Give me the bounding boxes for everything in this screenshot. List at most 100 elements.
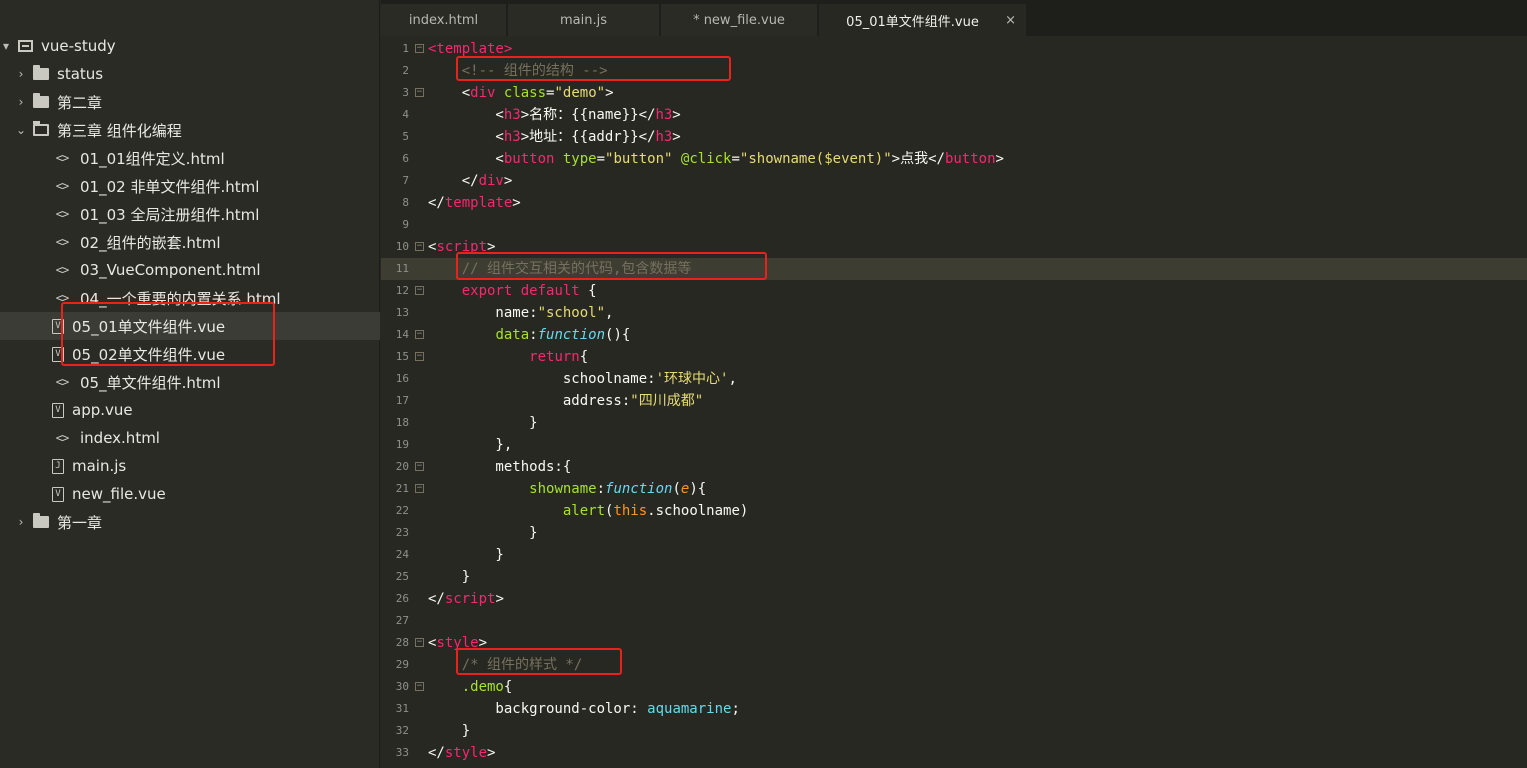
chevron-right-icon[interactable]: › xyxy=(15,515,27,529)
code-line[interactable]: 4 <h3>名称：{{name}}</h3> xyxy=(381,104,1527,126)
code-line[interactable]: 3− <div class="demo"> xyxy=(381,82,1527,104)
fold-toggle-icon[interactable]: − xyxy=(415,242,424,251)
sidebar-item[interactable]: <> 01_02 非单文件组件.html xyxy=(0,172,380,200)
line-number: 14 xyxy=(395,328,409,341)
code-line[interactable]: 24 } xyxy=(381,544,1527,566)
code-line[interactable]: 26 </script> xyxy=(381,588,1527,610)
code-token: name: xyxy=(428,305,538,321)
line-number: 6 xyxy=(402,152,409,165)
sidebar-item[interactable]: › status xyxy=(0,60,380,88)
code-token: h3 xyxy=(655,107,673,123)
fold-toggle-icon[interactable]: − xyxy=(415,682,424,691)
code-line[interactable]: 14− data:function(){ xyxy=(381,324,1527,346)
code-token: function xyxy=(537,327,606,343)
code-token: data xyxy=(495,327,530,343)
fold-toggle-icon[interactable]: − xyxy=(415,462,424,471)
code-line[interactable]: 17 address:"四川成都" xyxy=(381,390,1527,412)
sidebar-item[interactable]: Vnew_file.vue xyxy=(0,480,380,508)
sidebar-item-label: vue-study xyxy=(41,37,116,55)
code-line[interactable]: 21− showname:function(e){ xyxy=(381,478,1527,500)
sidebar-item[interactable]: <> 01_03 全局注册组件.html xyxy=(0,200,380,228)
sidebar-item[interactable]: › 第一章 xyxy=(0,508,380,536)
fold-toggle-icon[interactable]: − xyxy=(415,330,424,339)
fold-toggle-icon[interactable]: − xyxy=(415,44,424,53)
code-token: type xyxy=(562,151,597,167)
html-file-icon: <> xyxy=(55,375,69,389)
code-line[interactable]: 32 } xyxy=(381,720,1527,742)
code-line[interactable]: 12− export default { xyxy=(381,280,1527,302)
line-number: 30 xyxy=(395,680,409,693)
html-file-icon: <> xyxy=(55,263,69,277)
code-token: } xyxy=(428,415,538,431)
line-number: 7 xyxy=(402,174,409,187)
sidebar-item-label: 01_01组件定义.html xyxy=(80,149,225,168)
code-token: "showname($event)" xyxy=(739,151,892,167)
fold-toggle-icon[interactable]: − xyxy=(415,88,424,97)
sidebar-item[interactable]: <> 03_VueComponent.html xyxy=(0,256,380,284)
editor-tab[interactable]: main.js xyxy=(508,4,660,36)
code-token: < xyxy=(428,151,504,167)
code-line[interactable]: 30− .demo{ xyxy=(381,676,1527,698)
code-token: @click xyxy=(680,151,732,167)
code-token: > xyxy=(672,107,681,123)
code-text: <h3>名称：{{name}}</h3> xyxy=(428,104,681,126)
sidebar-item[interactable]: ▾ vue-study xyxy=(0,32,380,60)
code-line[interactable]: 6 <button type="button" @click="showname… xyxy=(381,148,1527,170)
code-line[interactable]: 27 xyxy=(381,610,1527,632)
editor-tab[interactable]: 05_01单文件组件.vue × xyxy=(819,4,1027,36)
tab-label: 05_01单文件组件.vue xyxy=(846,14,979,30)
code-line[interactable]: 9 xyxy=(381,214,1527,236)
code-line[interactable]: 25 } xyxy=(381,566,1527,588)
fold-toggle-icon[interactable]: − xyxy=(415,484,424,493)
code-token: address: xyxy=(428,393,631,409)
sidebar-item[interactable]: › 第二章 xyxy=(0,88,380,116)
code-line[interactable]: 31 background-color: aquamarine; xyxy=(381,698,1527,720)
code-token: showname xyxy=(529,481,597,497)
close-icon[interactable]: × xyxy=(1005,13,1016,28)
editor-tab[interactable]: index.html xyxy=(381,4,507,36)
sidebar-item-label: 第一章 xyxy=(57,513,103,532)
code-text: } xyxy=(428,522,537,544)
sidebar-item[interactable]: <> 05_单文件组件.html xyxy=(0,368,380,396)
chevron-right-icon[interactable]: › xyxy=(15,95,27,109)
line-number: 29 xyxy=(395,658,409,671)
line-number: 33 xyxy=(395,746,409,759)
sidebar-item[interactable]: <> 01_01组件定义.html xyxy=(0,144,380,172)
code-token: h3 xyxy=(503,107,521,123)
sidebar-item[interactable]: Vapp.vue xyxy=(0,396,380,424)
fold-toggle-icon[interactable]: − xyxy=(415,286,424,295)
chevron-down-icon[interactable]: ⌄ xyxy=(15,123,27,137)
code-line[interactable]: 20− methods:{ xyxy=(381,456,1527,478)
code-line[interactable]: 18 } xyxy=(381,412,1527,434)
fold-toggle-icon[interactable]: − xyxy=(415,352,424,361)
code-line[interactable]: 23 } xyxy=(381,522,1527,544)
code-text: </style> xyxy=(428,742,495,764)
code-line[interactable]: 7 </div> xyxy=(381,170,1527,192)
code-line[interactable]: 22 alert(this.schoolname) xyxy=(381,500,1527,522)
line-number: 10 xyxy=(395,240,409,253)
editor-tab[interactable]: * new_file.vue xyxy=(661,4,818,36)
code-text: <button type="button" @click="showname($… xyxy=(428,148,1004,170)
code-line[interactable]: 15− return{ xyxy=(381,346,1527,368)
code-token: function xyxy=(605,481,673,497)
code-line[interactable]: 33 </style> xyxy=(381,742,1527,764)
line-number: 31 xyxy=(395,702,409,715)
chevron-right-icon[interactable]: › xyxy=(15,67,27,81)
sidebar-item[interactable]: <> 02_组件的嵌套.html xyxy=(0,228,380,256)
code-token: button xyxy=(944,151,996,167)
code-line[interactable]: 13 name:"school", xyxy=(381,302,1527,324)
sidebar-item[interactable]: <> index.html xyxy=(0,424,380,452)
code-token: export xyxy=(461,283,513,299)
sidebar-item[interactable]: ⌄ 第三章 组件化编程 xyxy=(0,116,380,144)
sidebar-item[interactable]: Jmain.js xyxy=(0,452,380,480)
highlight-box-style-comment xyxy=(456,648,622,675)
chevron-down-icon[interactable]: ▾ xyxy=(0,39,12,53)
code-line[interactable]: 16 schoolname:'环球中心', xyxy=(381,368,1527,390)
code-line[interactable]: 8 </template> xyxy=(381,192,1527,214)
code-line[interactable]: 19 }, xyxy=(381,434,1527,456)
code-line[interactable]: 5 <h3>地址：{{addr}}</h3> xyxy=(381,126,1527,148)
fold-toggle-icon[interactable]: − xyxy=(415,638,424,647)
